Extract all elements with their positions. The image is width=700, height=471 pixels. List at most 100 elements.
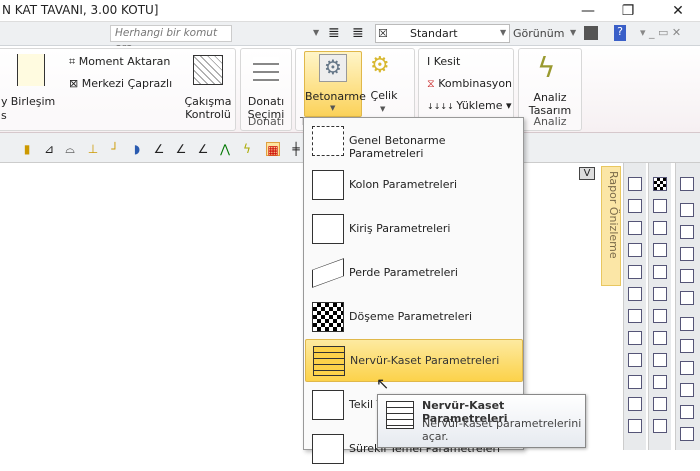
stair-icon[interactable]: ⊿	[42, 142, 56, 156]
tool-icon[interactable]	[653, 419, 667, 433]
style-select[interactable]: Standart	[375, 24, 510, 43]
lightning-icon[interactable]: ϟ	[240, 142, 254, 156]
tool-icon[interactable]	[628, 419, 642, 433]
close-button[interactable]: ✕	[658, 0, 698, 22]
tool-icon[interactable]	[628, 221, 642, 235]
rapor-onizleme-tab[interactable]: Rapor Önizleme	[601, 166, 621, 286]
section-icon: I	[427, 55, 434, 68]
tool-icon[interactable]	[653, 265, 667, 279]
menu-item-genel[interactable]: Genel Betonarme Parametreleri	[305, 120, 523, 163]
settings-icon[interactable]	[584, 26, 598, 40]
tool-icon[interactable]	[653, 397, 667, 411]
graph-icon[interactable]: ⋀	[218, 142, 232, 156]
shape-icon[interactable]: ◗	[130, 142, 144, 156]
command-bar: Herhangi bir komut ara... ▼ ≣ ≣ Standart…	[0, 22, 700, 54]
view-menu[interactable]: Görünüm	[513, 27, 564, 40]
menu-item-doseme[interactable]: Döşeme Parametreleri	[305, 296, 523, 339]
column-icon[interactable]: ▮	[20, 142, 34, 156]
tool-icon[interactable]	[628, 331, 642, 345]
report-icon[interactable]	[680, 225, 694, 239]
tooltip: Nervür-Kaset Parametreleri Nervür-kaset …	[377, 394, 586, 448]
chevron-down-icon: ▼	[380, 105, 386, 113]
report-icon[interactable]	[680, 177, 694, 191]
axis-p-icon[interactable]: ∠	[174, 142, 188, 156]
column-params-icon	[312, 170, 344, 200]
tool-icon[interactable]	[628, 287, 642, 301]
menu-item-kiris[interactable]: Kiriş Parametreleri	[305, 208, 523, 251]
tool-icon[interactable]	[628, 375, 642, 389]
tool-icon[interactable]	[653, 221, 667, 235]
report-icon[interactable]	[680, 317, 694, 331]
tool-icon[interactable]	[653, 199, 667, 213]
grid-active-icon[interactable]: ▦	[266, 142, 280, 157]
report-icon[interactable]	[680, 247, 694, 261]
report-icon[interactable]	[680, 203, 694, 217]
tool-column-3	[675, 163, 700, 450]
command-search-input[interactable]: Herhangi bir komut ara...	[110, 25, 232, 54]
menu-item-kolon[interactable]: Kolon Parametreleri	[305, 164, 523, 207]
chevron-down-icon[interactable]: ▼	[570, 28, 576, 37]
checkbox-style-icon: ☒	[378, 27, 388, 40]
report-icon[interactable]	[680, 291, 694, 305]
menu-item-perde[interactable]: Perde Parametreleri	[305, 252, 523, 295]
tool-icon[interactable]	[653, 309, 667, 323]
tool-icon[interactable]	[628, 199, 642, 213]
title-bar: N KAT TAVANI, 3.00 KOTU] — ❐ ✕	[0, 0, 700, 22]
wall-icon[interactable]: ┘	[108, 142, 122, 156]
tool-icon[interactable]	[628, 265, 642, 279]
maximize-button[interactable]: ❐	[608, 0, 648, 22]
chevron-down-icon[interactable]: ▼	[500, 28, 506, 37]
table-icon[interactable]	[628, 177, 642, 191]
moment-aktaran-button[interactable]: ⌗ Moment Aktaran	[69, 55, 170, 69]
tool-icon[interactable]	[653, 375, 667, 389]
lightning-icon: ϟ	[537, 51, 556, 84]
tool-icon[interactable]	[653, 243, 667, 257]
celik-button[interactable]: Çelik	[366, 89, 402, 102]
load-icon: ↓↓↓↓	[427, 102, 457, 111]
tool-icon[interactable]	[628, 243, 642, 257]
collapse-button[interactable]: V	[579, 167, 595, 180]
ribbon-group-analiz: ϟ Analiz Tasarım Analiz	[518, 48, 582, 131]
tool-icon[interactable]	[628, 309, 642, 323]
kombinasyon-button[interactable]: ⧖ Kombinasyon	[427, 77, 512, 91]
tool-icon[interactable]	[628, 353, 642, 367]
merkezi-caprazli-button[interactable]: ⊠ Merkezi Çaprazlı	[69, 77, 172, 90]
birlesim-button[interactable]: Birleşim	[9, 95, 57, 108]
window-title: N KAT TAVANI, 3.00 KOTU]	[2, 3, 159, 17]
minimize-button[interactable]: —	[568, 0, 608, 22]
help-icon[interactable]: ?	[614, 25, 626, 41]
report-icon[interactable]	[680, 339, 694, 353]
cakisma-kontrolu-button[interactable]: Çakışma Kontrolü	[181, 95, 235, 121]
ribbed-slab-icon	[386, 401, 414, 429]
report-icon[interactable]	[680, 361, 694, 375]
betonarme-button[interactable]: ⚙ Betonarme ▼	[304, 51, 366, 117]
menu-item-nervur-kaset[interactable]: Nervür-Kaset Parametreleri	[305, 339, 523, 382]
slab-icon[interactable]	[653, 177, 667, 191]
report-icon[interactable]	[680, 405, 694, 419]
footing-icon[interactable]: ⊥	[86, 142, 100, 156]
tool-icon[interactable]	[628, 397, 642, 411]
strip-footing-icon	[312, 434, 344, 464]
layers-icon[interactable]: ≣	[328, 25, 340, 41]
steel-gear-icon: ⚙	[370, 53, 390, 78]
yukleme-button[interactable]: ↓↓↓↓ Yükleme ▾	[427, 99, 512, 112]
tooltip-description: Nervür-kaset parametrelerini açar.	[422, 417, 582, 443]
mdi-controls-icon[interactable]: ▾ _ ▭ ✕	[640, 26, 681, 39]
tool-icon[interactable]	[653, 287, 667, 301]
slab-params-icon	[312, 302, 344, 332]
grid-icon[interactable]: ╪	[289, 142, 303, 156]
combination-icon: ⧖	[427, 77, 439, 90]
axis-query-icon[interactable]: ∠	[196, 142, 210, 156]
analiz-tasarim-button[interactable]: Analiz Tasarım	[519, 91, 581, 117]
report-icon[interactable]	[680, 269, 694, 283]
layers-stack-icon[interactable]: ≣	[352, 25, 364, 41]
tool-icon[interactable]	[653, 331, 667, 345]
search-dropdown-arrow-icon[interactable]: ▼	[313, 28, 319, 37]
axis-icon[interactable]: ∠	[152, 142, 166, 156]
report-icon[interactable]	[680, 427, 694, 441]
report-icon[interactable]	[680, 383, 694, 397]
birlesim-icon	[17, 54, 45, 86]
tool-icon[interactable]	[653, 353, 667, 367]
arch-icon[interactable]: ⌓	[63, 142, 77, 156]
kesit-button[interactable]: I Kesit	[427, 55, 460, 68]
